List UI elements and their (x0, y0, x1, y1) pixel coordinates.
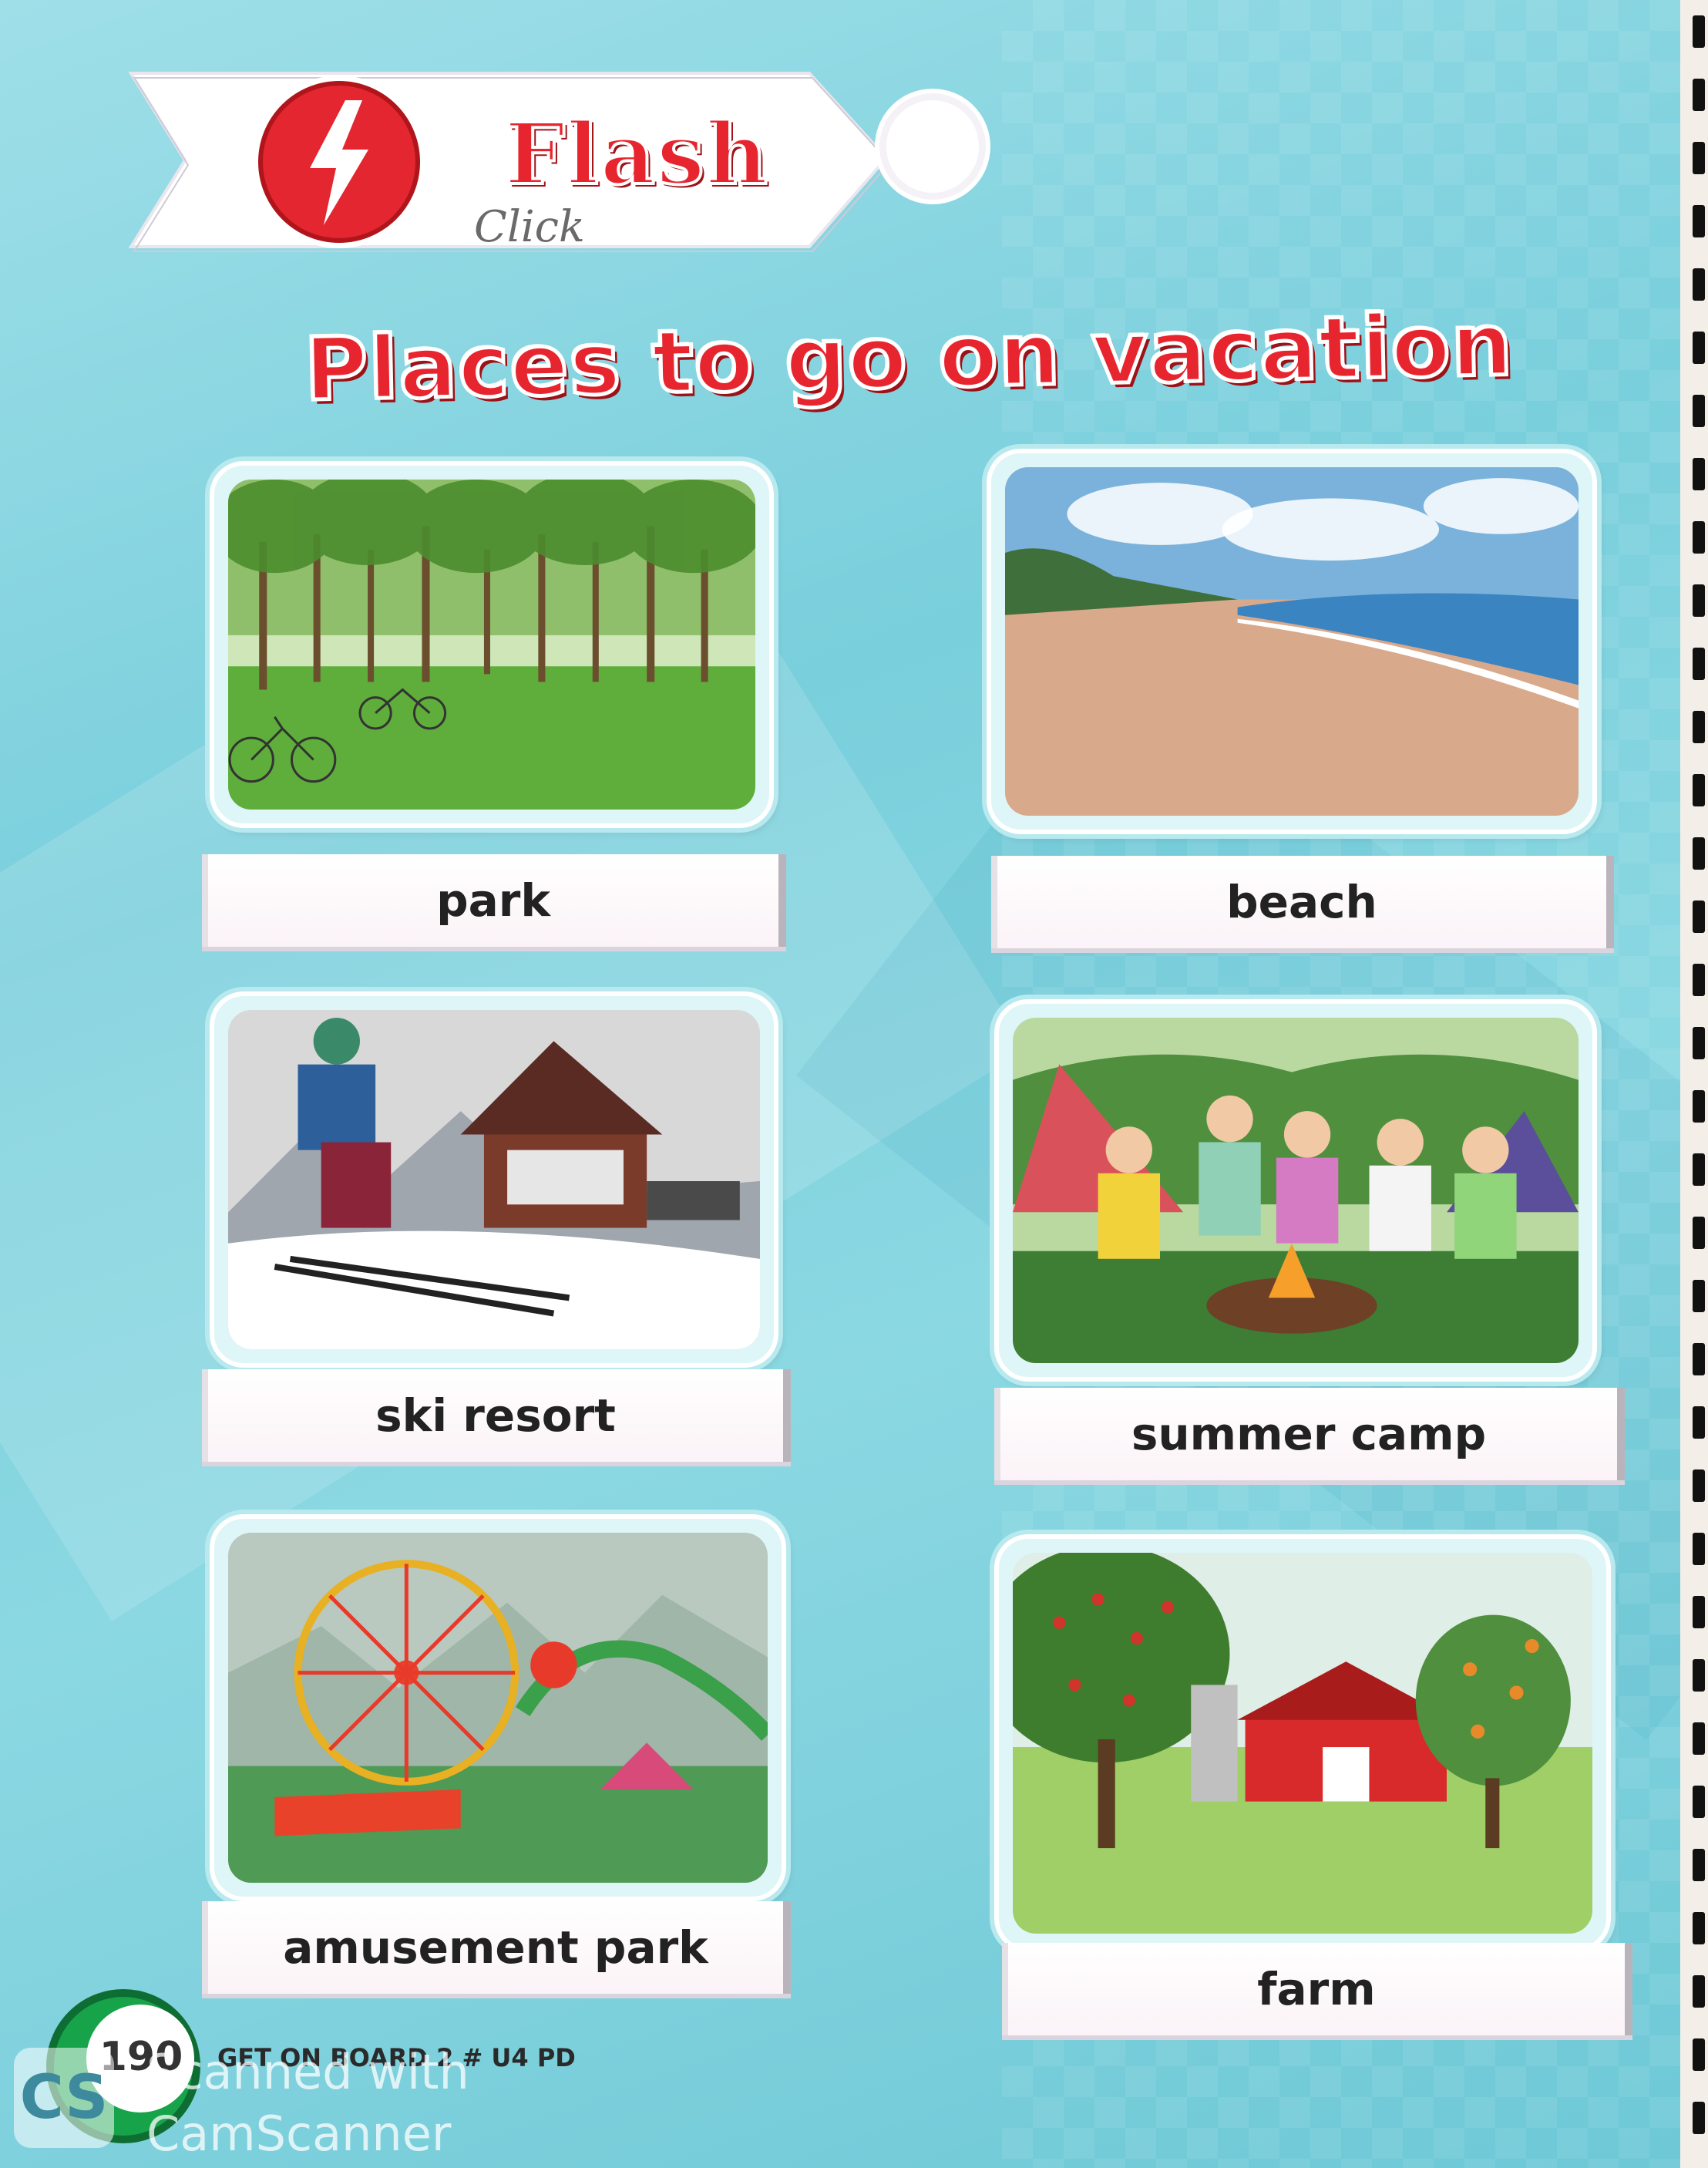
binding-hole (1693, 1090, 1705, 1123)
binding-hole (1693, 1406, 1705, 1439)
binding-hole (1693, 1659, 1705, 1692)
card-beach (987, 449, 1597, 834)
binding-hole (1693, 1912, 1705, 1944)
binding-hole (1693, 1533, 1705, 1565)
binding-hole (1693, 1217, 1705, 1249)
binding-hole (1693, 648, 1705, 680)
binding-hole (1693, 1280, 1705, 1312)
lightning-icon (247, 69, 432, 254)
card-farm (994, 1534, 1611, 1952)
binding-hole (1693, 901, 1705, 933)
binding-hole (1693, 1786, 1705, 1818)
binding-hole (1693, 1469, 1705, 1502)
amusement-park-scene (228, 1533, 768, 1883)
binding-hole (1693, 964, 1705, 996)
binding-hole (1693, 1849, 1705, 1881)
binding-hole (1693, 711, 1705, 743)
binding-hole (1693, 1975, 1705, 2008)
binding-hole (1693, 521, 1705, 554)
ski-resort-scene (228, 1010, 760, 1349)
watermark-line-1: Scanned with (146, 2044, 469, 2100)
binding-hole (1693, 205, 1705, 237)
binding-hole (1693, 79, 1705, 111)
beach-scene (1005, 467, 1579, 816)
binding-hole (1693, 395, 1705, 427)
label-ski-resort: ski resort (202, 1369, 791, 1462)
binding-hole (1693, 1343, 1705, 1375)
binding-hole (1693, 458, 1705, 490)
binding-hole (1693, 1596, 1705, 1628)
scanner-watermark: Scanned with CamScanner (146, 2042, 469, 2165)
label-farm-text: farm (1257, 1963, 1376, 2015)
label-summer-camp-text: summer camp (1131, 1408, 1487, 1460)
watermark-line-2: CamScanner (146, 2106, 452, 2162)
spiral-binding (1693, 15, 1705, 2151)
binding-hole (1693, 2038, 1705, 2071)
binding-hole (1693, 837, 1705, 870)
binding-hole (1693, 774, 1705, 806)
binding-hole (1693, 1153, 1705, 1186)
label-amusement-park: amusement park (202, 1901, 791, 1994)
label-park-text: park (436, 874, 550, 927)
binding-hole (1693, 268, 1705, 301)
label-beach: beach (991, 856, 1614, 948)
card-summer-camp (994, 999, 1597, 1382)
label-farm: farm (1002, 1943, 1632, 2035)
flash-label: Flash (503, 103, 770, 205)
binding-hole (1693, 1027, 1705, 1059)
label-park: park (202, 854, 786, 947)
summer-camp-scene (1013, 1018, 1579, 1363)
binding-hole (1693, 142, 1705, 174)
binding-hole (1693, 332, 1705, 364)
farm-scene (1013, 1553, 1592, 1934)
label-beach-text: beach (1226, 876, 1377, 928)
binding-hole (1693, 15, 1705, 48)
label-ski-resort-text: ski resort (375, 1389, 616, 1442)
handwritten-note: Click (474, 202, 585, 252)
binding-hole (1693, 2102, 1705, 2134)
label-amusement-park-text: amusement park (283, 1921, 708, 1974)
park-scene (228, 480, 755, 810)
binding-hole (1693, 1722, 1705, 1755)
camscanner-logo-icon: CS (14, 2048, 114, 2148)
card-ski-resort (210, 991, 778, 1368)
label-summer-camp: summer camp (994, 1388, 1625, 1480)
card-amusement-park (210, 1514, 786, 1901)
binding-hole (1693, 584, 1705, 617)
card-park (210, 461, 774, 828)
